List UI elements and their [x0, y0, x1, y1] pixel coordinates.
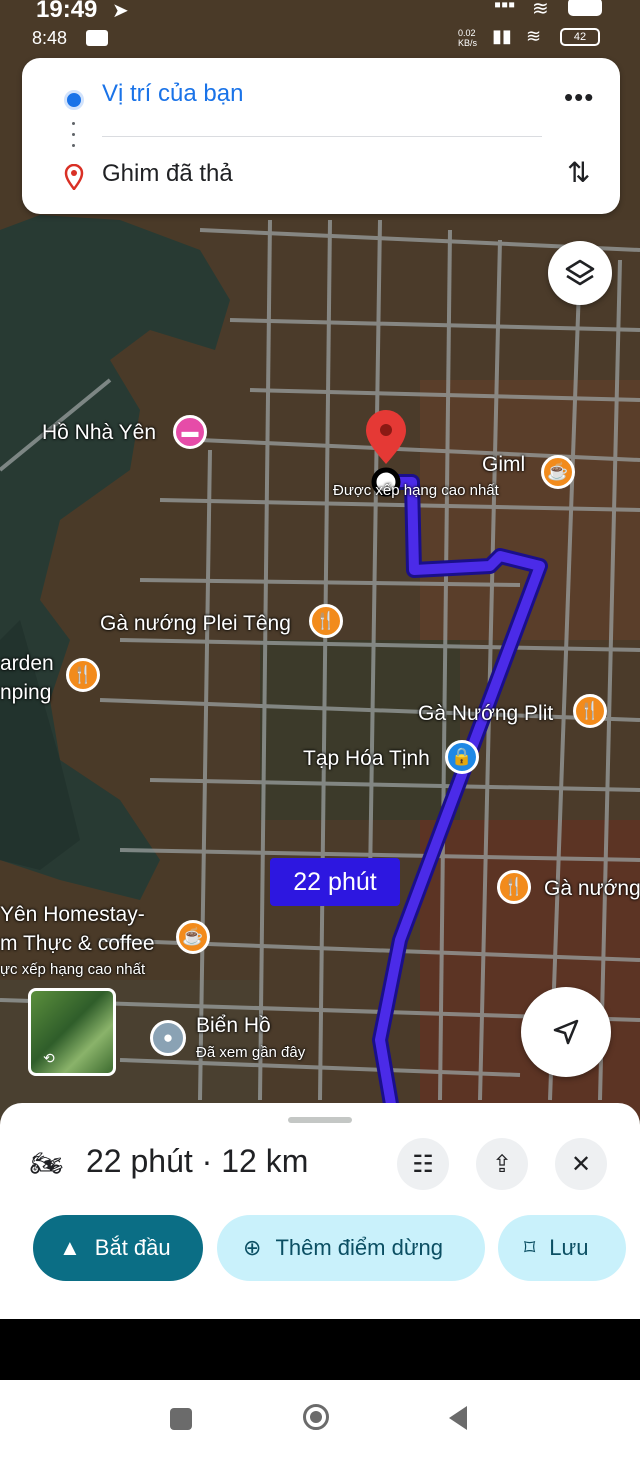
start-label: Bắt đầu	[94, 1235, 171, 1260]
wifi-icon: ≋	[532, 0, 549, 20]
home-icon[interactable]	[303, 1404, 329, 1430]
origin-dot-icon	[64, 90, 84, 110]
battery-icon	[568, 0, 602, 16]
layers-icon	[565, 259, 595, 286]
close-icon: ✕	[570, 1150, 592, 1178]
share-button[interactable]: ⇪	[476, 1138, 528, 1190]
share-icon: ⇪	[491, 1150, 513, 1178]
route-summary: 22 phút · 12 km	[86, 1143, 309, 1179]
zalo-icon	[86, 30, 108, 46]
poi-label[interactable]: Hồ Nhà Yên	[42, 421, 156, 445]
shopping-bag-icon[interactable]: 🔒	[445, 740, 479, 774]
route-bottom-sheet: 🏍 22 phút · 12 km ☷ ⇪ ✕ ▲ Bắt đầu ⊕ Thêm…	[0, 1103, 640, 1319]
poi-label[interactable]: Yên Homestay-	[0, 903, 145, 927]
add-stop-label: Thêm điểm dừng	[275, 1235, 444, 1260]
poi-sublabel: Đã xem gần đây	[196, 1044, 306, 1061]
poi-label[interactable]: Giml	[482, 453, 525, 477]
restaurant-icon[interactable]: 🍴	[66, 658, 100, 692]
poi-label[interactable]: Gà nướng Plei Têng	[100, 612, 291, 636]
poi-sublabel: ực xếp hạng cao nhất	[0, 961, 146, 978]
add-stop-button[interactable]: ⊕ Thêm điểm dừng	[217, 1215, 485, 1281]
signal-bars-icon: ▮▮	[492, 26, 512, 46]
route-time-badge[interactable]: 22 phút	[270, 858, 400, 906]
destination-pin-icon	[64, 164, 84, 190]
back-icon[interactable]	[447, 1405, 469, 1431]
poi-sublabel: Được xếp hạng cao nhất	[333, 482, 499, 499]
poi-label[interactable]: Biển Hồ	[196, 1014, 271, 1038]
tune-icon: ☷	[412, 1150, 434, 1178]
add-location-icon: ⊕	[243, 1235, 262, 1260]
start-button[interactable]: ▲ Bắt đầu	[33, 1215, 203, 1281]
status-time: 19:49	[36, 0, 98, 23]
restaurant-icon[interactable]: 🍴	[497, 870, 531, 904]
route-options-button[interactable]: ☷	[397, 1138, 449, 1190]
navigation-arrow-icon	[553, 1019, 579, 1045]
poi-label[interactable]: m Thực & coffee	[0, 932, 155, 956]
swap-icon[interactable]: ⇅	[567, 156, 590, 189]
android-nav-bar	[0, 1380, 640, 1457]
route-dots-icon	[72, 122, 75, 152]
more-options-icon[interactable]: •••	[564, 82, 594, 113]
cafe-icon[interactable]: ☕	[541, 455, 575, 489]
destination-field[interactable]: Ghim đã thả	[102, 160, 233, 188]
poi-label[interactable]: arden	[0, 652, 54, 676]
motorbike-icon: 🏍	[30, 1148, 64, 1178]
black-band	[0, 1319, 640, 1380]
wifi-small-icon: ≋	[526, 26, 542, 46]
restaurant-icon[interactable]: 🍴	[309, 604, 343, 638]
battery-level: 42	[560, 28, 600, 46]
hotel-icon[interactable]: ▬	[173, 415, 207, 449]
bookmark-icon: ⌑	[524, 1235, 536, 1260]
navigate-icon: ▲	[59, 1235, 81, 1260]
save-label: Lưu	[549, 1235, 589, 1260]
inner-status-time: 8:48	[32, 28, 68, 48]
close-button[interactable]: ✕	[555, 1138, 607, 1190]
layers-button[interactable]	[548, 241, 612, 305]
save-button[interactable]: ⌑ Lưu	[498, 1215, 626, 1281]
poi-label[interactable]: Gà nướng	[544, 877, 640, 901]
restaurant-icon[interactable]: 🍴	[573, 694, 607, 728]
divider	[102, 136, 542, 137]
status-bar-inner: 8:48 0.02 KB/s ▮▮ ≋ 42	[0, 26, 640, 52]
signal-icon: ▪▪▪	[494, 0, 516, 16]
poi-label[interactable]: Tạp Hóa Tịnh	[303, 747, 430, 771]
recent-place-icon[interactable]: ●	[150, 1020, 186, 1056]
street-view-rotate-icon: ⟲	[43, 1050, 55, 1066]
street-view-thumbnail[interactable]: ⟲	[28, 988, 116, 1076]
directions-card: Vị trí của bạn Ghim đã thả ••• ⇅	[22, 58, 620, 214]
my-location-button[interactable]	[521, 987, 611, 1077]
poi-label[interactable]: Gà Nướng Plit	[418, 702, 553, 726]
cafe-icon[interactable]: ☕	[176, 920, 210, 954]
recents-icon[interactable]	[170, 1408, 192, 1430]
net-speed: 0.02 KB/s	[458, 28, 478, 48]
location-arrow-icon: ➤	[112, 0, 129, 22]
drag-handle[interactable]	[288, 1117, 352, 1123]
poi-label[interactable]: nping	[0, 681, 51, 705]
origin-field[interactable]: Vị trí của bạn	[102, 80, 243, 108]
